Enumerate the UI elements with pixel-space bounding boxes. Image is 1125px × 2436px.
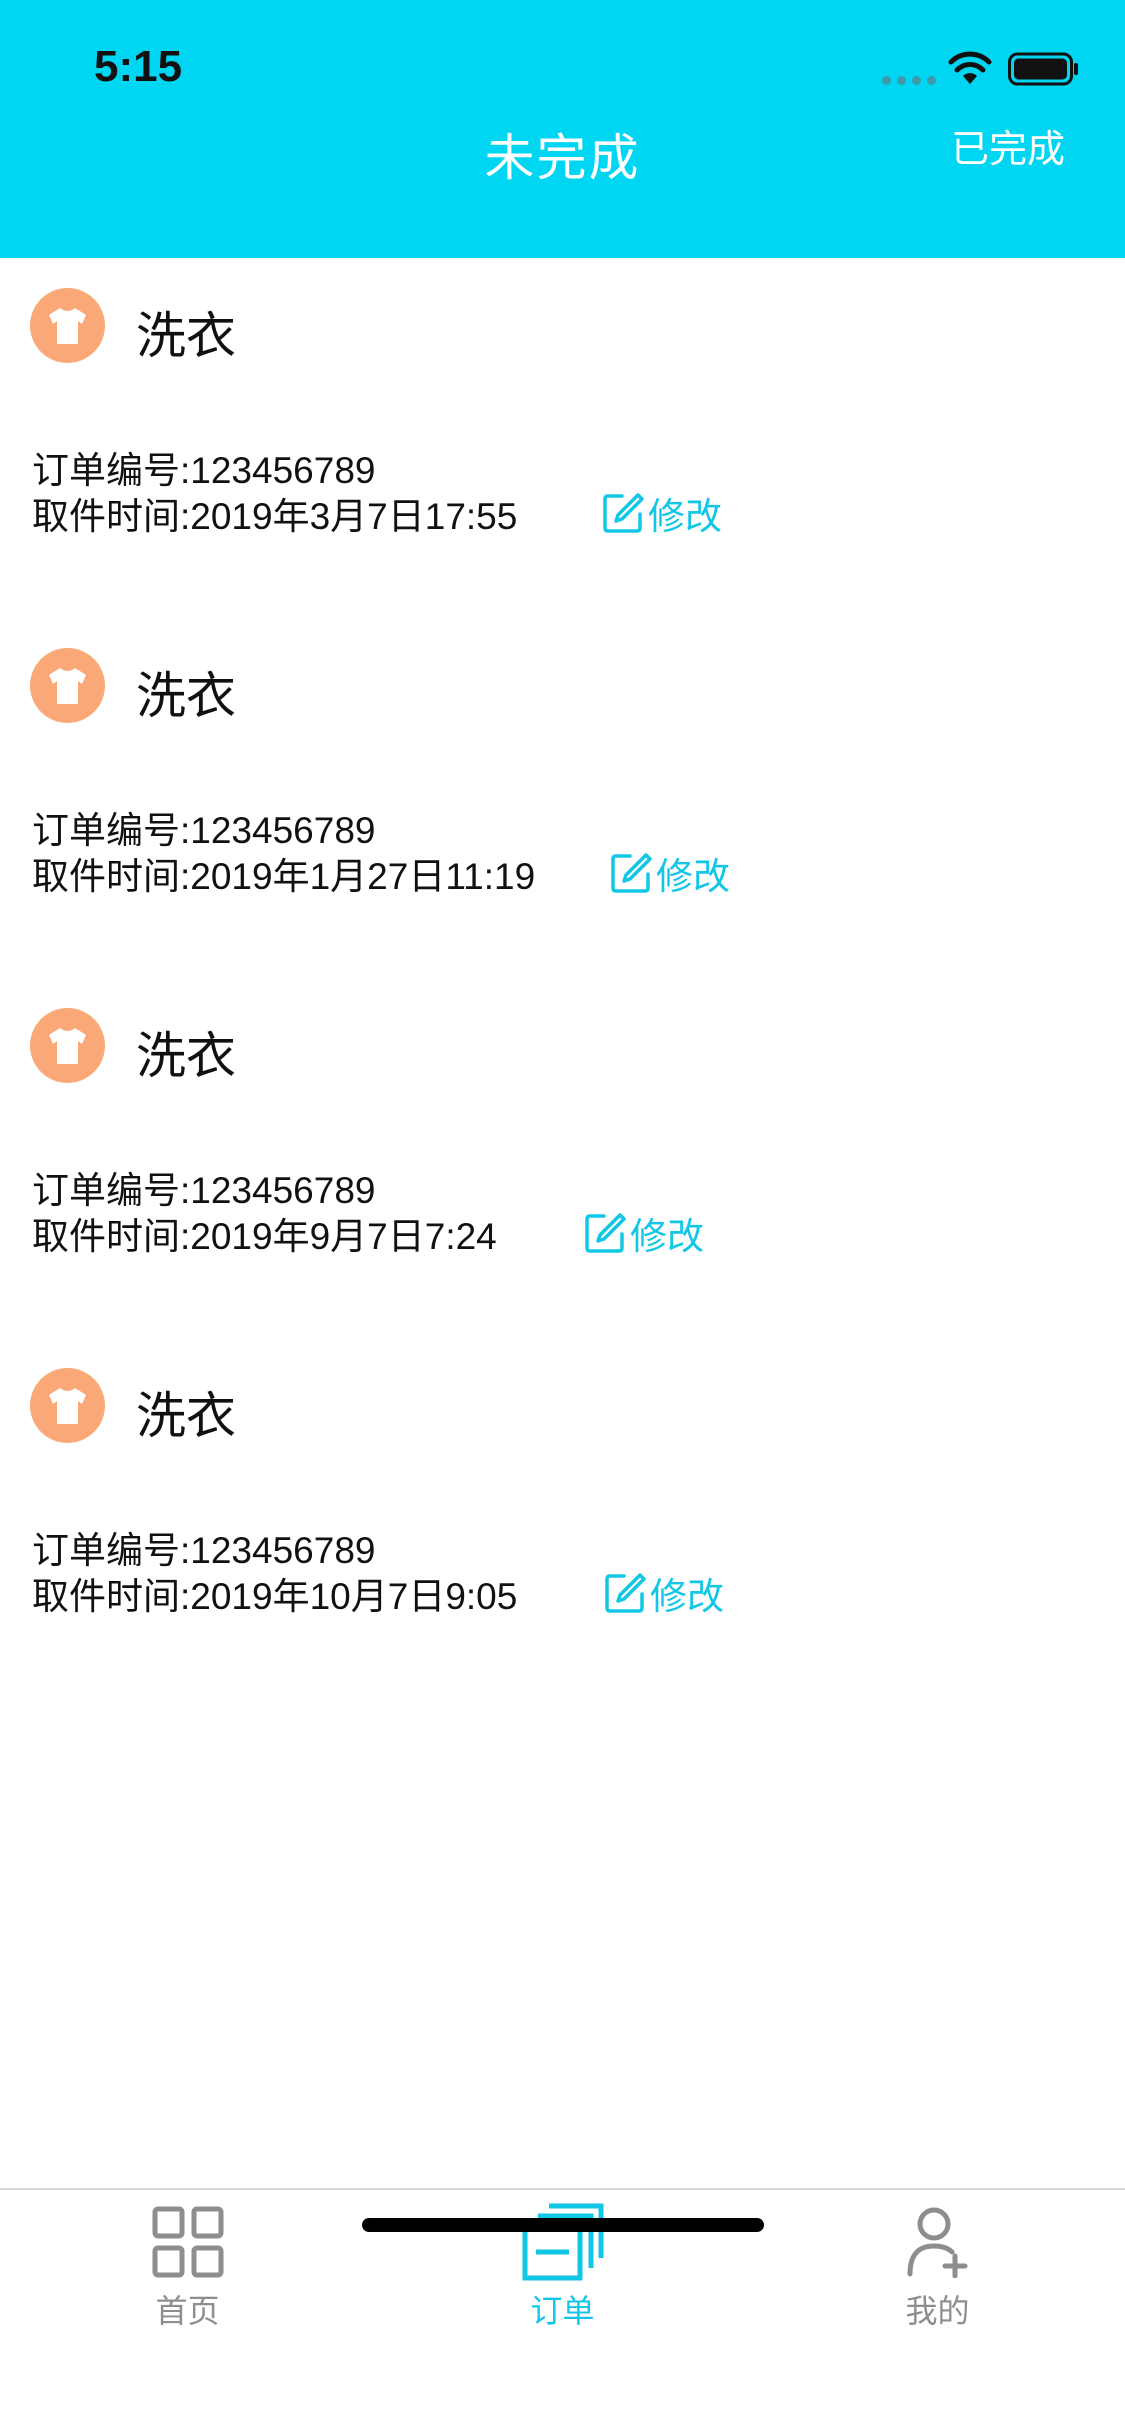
cellular-signal-icon [882,76,936,86]
pickup-time: 取件时间:2019年10月7日9:05 [32,1576,518,1617]
service-name: 洗衣 [136,1387,236,1445]
edit-order-button[interactable]: 修改 [604,1566,724,1620]
layers-icon [522,2203,603,2281]
grid-icon [152,2206,223,2278]
pickup-time: 取件时间:2019年9月7日7:24 [32,1216,497,1257]
service-name: 洗衣 [136,307,236,365]
pickup-time: 取件时间:2019年1月27日11:19 [32,856,536,897]
order-card[interactable]: 洗衣 订单编号:123456789 取件时间:2019年3月7日17:55 修改 [0,258,1125,618]
edit-label: 修改 [630,1215,704,1258]
status-bar-time: 5:15 [94,42,183,91]
edit-label: 修改 [650,1575,724,1618]
service-name: 洗衣 [136,1027,236,1085]
edit-order-button[interactable]: 修改 [602,486,722,540]
edit-order-button[interactable]: 修改 [584,1206,704,1260]
home-indicator[interactable] [362,2218,764,2232]
wifi-icon [948,51,992,84]
edit-order-button[interactable]: 修改 [610,846,730,900]
order-card[interactable]: 洗衣 订单编号:123456789 取件时间:2019年1月27日11:19 修… [0,618,1125,978]
edit-label: 修改 [656,855,730,898]
tab-home-label: 首页 [155,2292,220,2330]
tshirt-icon [30,1368,105,1443]
completed-tab-button[interactable]: 已完成 [951,118,1065,173]
tab-orders-label: 订单 [530,2292,595,2330]
tshirt-icon [30,288,105,363]
order-card[interactable]: 洗衣 订单编号:123456789 取件时间:2019年10月7日9:05 修改 [0,1338,1125,1698]
tab-home[interactable]: 首页 [0,2190,375,2340]
service-name: 洗衣 [136,667,236,725]
edit-label: 修改 [648,495,722,538]
order-list: 洗衣 订单编号:123456789 取件时间:2019年3月7日17:55 修改… [0,258,1125,1698]
tab-profile[interactable]: 我的 [750,2190,1125,2340]
pickup-time: 取件时间:2019年3月7日17:55 [32,496,518,537]
tab-profile-label: 我的 [905,2292,970,2330]
edit-icon [585,1213,626,1253]
battery-icon [1008,52,1078,86]
edit-icon [605,1573,646,1613]
navigation-header: 5:15 未完成 已完成 [0,0,1125,258]
tab-orders[interactable]: 订单 [375,2190,750,2340]
edit-icon [603,493,644,533]
user-add-icon [907,2207,967,2278]
edit-icon [611,853,652,893]
order-card[interactable]: 洗衣 订单编号:123456789 取件时间:2019年9月7日7:24 修改 [0,978,1125,1338]
tshirt-icon [30,1008,105,1083]
tshirt-icon [30,648,105,723]
